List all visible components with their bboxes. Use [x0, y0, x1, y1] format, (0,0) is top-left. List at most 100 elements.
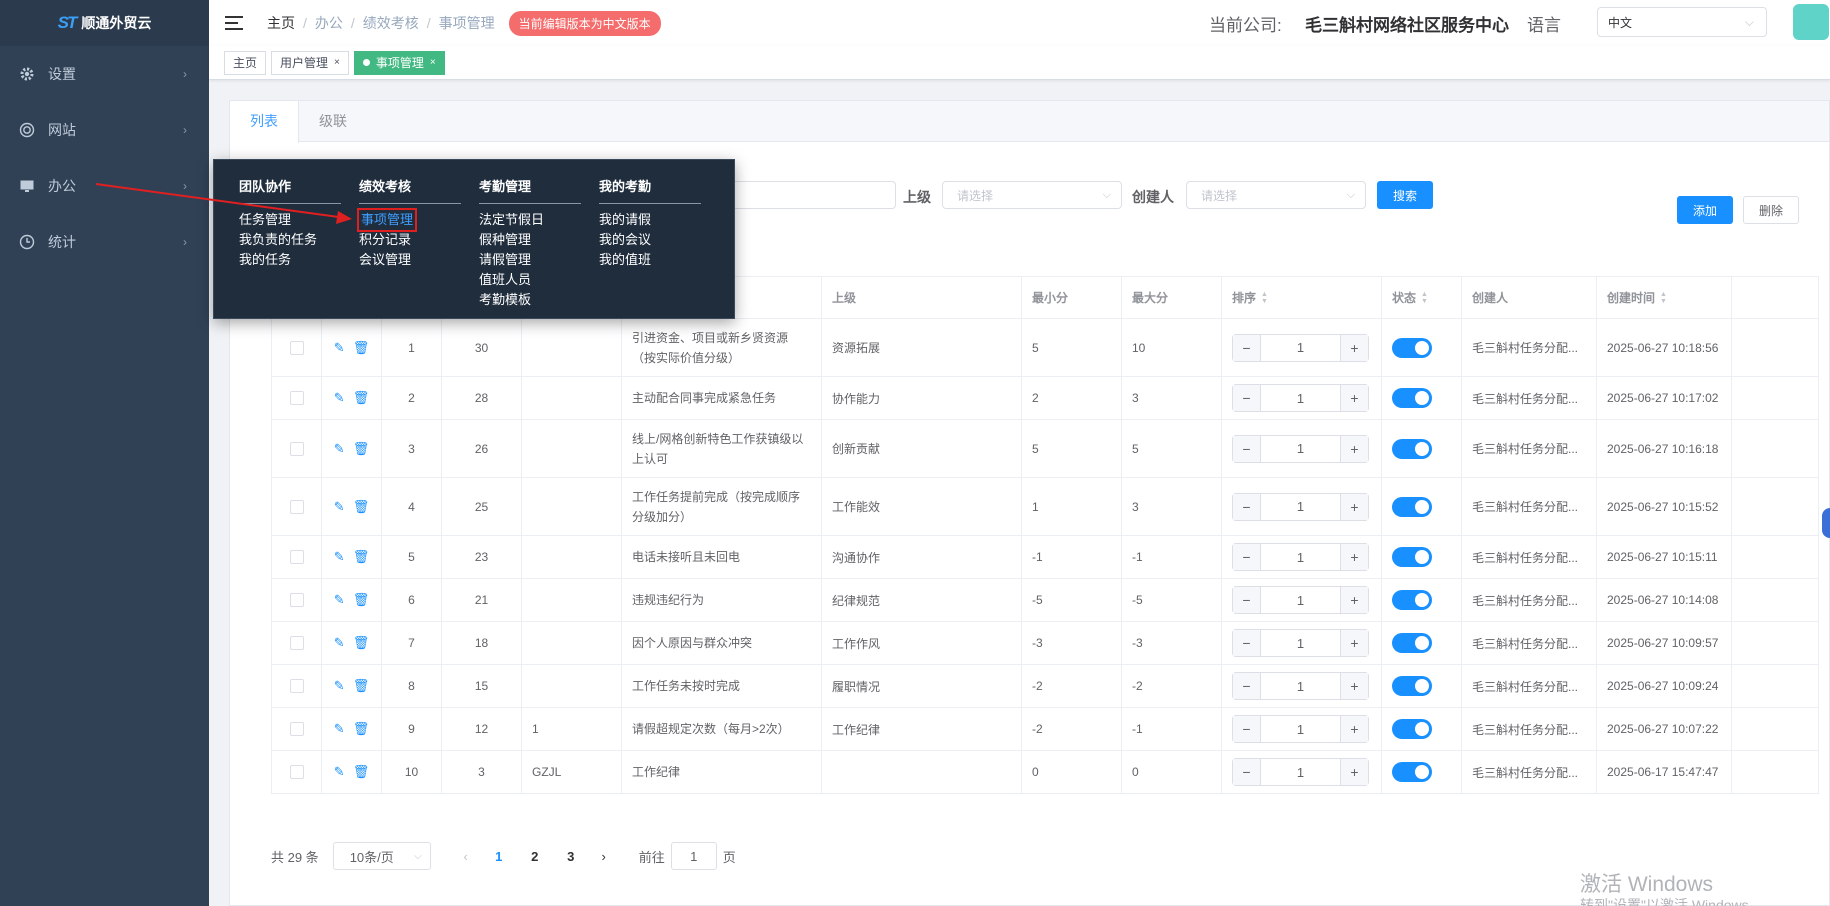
- trash-icon[interactable]: 🗑: [353, 592, 370, 608]
- menu-link[interactable]: 请假管理: [479, 250, 581, 270]
- page-size-select[interactable]: 10条/页 ⌵: [332, 842, 431, 870]
- edit-icon[interactable]: ✎: [334, 499, 345, 515]
- status-toggle[interactable]: [1392, 590, 1432, 610]
- sort-value[interactable]: 1: [1261, 385, 1340, 411]
- trash-icon[interactable]: 🗑: [353, 390, 370, 406]
- decrement-button[interactable]: −: [1233, 493, 1261, 520]
- sort-value[interactable]: 1: [1261, 544, 1340, 570]
- increment-button[interactable]: +: [1340, 716, 1368, 742]
- close-icon[interactable]: ×: [430, 57, 436, 68]
- sort-value[interactable]: 1: [1261, 494, 1340, 520]
- increment-button[interactable]: +: [1340, 673, 1368, 699]
- edit-icon[interactable]: ✎: [334, 441, 345, 457]
- status-toggle[interactable]: [1392, 496, 1432, 517]
- sort-value[interactable]: 1: [1261, 630, 1340, 656]
- decrement-button[interactable]: −: [1233, 759, 1261, 785]
- menu-link[interactable]: 我的值班: [599, 250, 701, 270]
- avatar[interactable]: [1793, 4, 1829, 40]
- sort-value[interactable]: 1: [1261, 716, 1340, 742]
- sort-value[interactable]: 1: [1261, 759, 1340, 785]
- increment-button[interactable]: +: [1340, 630, 1368, 656]
- sort-stepper[interactable]: −1 +: [1232, 492, 1369, 521]
- sort-icon[interactable]: ▲ ▼: [1261, 291, 1268, 305]
- row-checkbox[interactable]: [289, 499, 304, 514]
- trash-icon[interactable]: 🗑: [353, 441, 370, 457]
- row-checkbox[interactable]: [289, 636, 304, 650]
- sort-icon[interactable]: ▲ ▼: [1660, 291, 1667, 305]
- breadcrumb-home[interactable]: 主页: [267, 13, 295, 33]
- delete-button[interactable]: 删除: [1743, 196, 1799, 224]
- row-checkbox[interactable]: [289, 340, 304, 355]
- sidebar-item-settings[interactable]: 设置 ›: [0, 46, 209, 102]
- sort-icon[interactable]: ▲ ▼: [1421, 291, 1428, 305]
- page-number[interactable]: 2: [517, 849, 553, 864]
- goto-input[interactable]: 1: [670, 842, 717, 870]
- edit-icon[interactable]: ✎: [334, 340, 345, 356]
- increment-button[interactable]: +: [1340, 435, 1368, 462]
- status-toggle[interactable]: [1392, 676, 1432, 696]
- floating-widget[interactable]: [1822, 508, 1830, 538]
- decrement-button[interactable]: −: [1233, 435, 1261, 462]
- menu-link-item-management[interactable]: 事项管理: [356, 208, 418, 232]
- row-checkbox[interactable]: [289, 391, 304, 405]
- tag-user-management[interactable]: 用户管理 ×: [271, 50, 349, 75]
- col-header-sort[interactable]: 排序 ▲ ▼: [1222, 277, 1382, 318]
- menu-link[interactable]: 值班人员: [479, 270, 581, 290]
- app-logo[interactable]: ST 顺通外贸云: [0, 0, 209, 46]
- menu-link[interactable]: 考勤模板: [479, 290, 581, 310]
- sort-stepper[interactable]: −1 +: [1232, 586, 1369, 614]
- col-header-status[interactable]: 状态 ▲ ▼: [1382, 277, 1462, 318]
- status-toggle[interactable]: [1392, 547, 1432, 567]
- status-toggle[interactable]: [1392, 719, 1432, 739]
- status-toggle[interactable]: [1392, 633, 1432, 653]
- sort-value[interactable]: 1: [1261, 436, 1340, 462]
- tab-cascade[interactable]: 级联: [299, 101, 367, 141]
- edit-icon[interactable]: ✎: [334, 549, 345, 565]
- sort-stepper[interactable]: −1 +: [1232, 672, 1369, 700]
- sort-stepper[interactable]: −1 +: [1232, 629, 1369, 657]
- sort-stepper[interactable]: −1 +: [1232, 543, 1369, 571]
- language-select[interactable]: 中文 ⌵: [1597, 7, 1767, 37]
- tab-list[interactable]: 列表: [230, 101, 299, 143]
- edit-icon[interactable]: ✎: [334, 390, 345, 406]
- decrement-button[interactable]: −: [1233, 673, 1261, 699]
- decrement-button[interactable]: −: [1233, 385, 1261, 411]
- search-button[interactable]: 搜索: [1377, 181, 1433, 209]
- menu-link[interactable]: 我的请假: [599, 210, 701, 230]
- tag-item-management[interactable]: 事项管理 ×: [353, 50, 445, 75]
- increment-button[interactable]: +: [1340, 544, 1368, 570]
- decrement-button[interactable]: −: [1233, 630, 1261, 656]
- menu-link[interactable]: 法定节假日: [479, 210, 581, 230]
- tag-home[interactable]: 主页: [224, 50, 267, 75]
- page-number[interactable]: 3: [553, 849, 589, 864]
- row-checkbox[interactable]: [289, 765, 304, 779]
- menu-toggle-icon[interactable]: [225, 16, 243, 30]
- sort-stepper[interactable]: −1 +: [1232, 333, 1369, 362]
- sort-stepper[interactable]: −1 +: [1232, 434, 1369, 463]
- decrement-button[interactable]: −: [1233, 587, 1261, 613]
- menu-link[interactable]: 积分记录: [359, 230, 461, 250]
- sidebar-item-website[interactable]: 网站 ›: [0, 102, 209, 158]
- menu-link[interactable]: 假种管理: [479, 230, 581, 250]
- decrement-button[interactable]: −: [1233, 334, 1261, 361]
- sort-value[interactable]: 1: [1261, 673, 1340, 699]
- row-checkbox[interactable]: [289, 679, 304, 693]
- trash-icon[interactable]: 🗑: [353, 340, 370, 356]
- edit-icon[interactable]: ✎: [334, 678, 345, 694]
- prev-page-icon[interactable]: ‹: [451, 849, 481, 864]
- sort-stepper[interactable]: −1 +: [1232, 384, 1369, 412]
- trash-icon[interactable]: 🗑: [353, 764, 370, 780]
- trash-icon[interactable]: 🗑: [353, 635, 370, 651]
- row-checkbox[interactable]: [289, 441, 304, 456]
- sort-stepper[interactable]: −1 +: [1232, 758, 1369, 786]
- increment-button[interactable]: +: [1340, 493, 1368, 520]
- edit-icon[interactable]: ✎: [334, 592, 345, 608]
- sidebar-item-office[interactable]: 办公 ›: [0, 158, 209, 214]
- sort-stepper[interactable]: −1 +: [1232, 715, 1369, 743]
- row-checkbox[interactable]: [289, 550, 304, 564]
- decrement-button[interactable]: −: [1233, 716, 1261, 742]
- trash-icon[interactable]: 🗑: [353, 499, 370, 515]
- menu-link[interactable]: 我的任务: [239, 250, 341, 270]
- edit-icon[interactable]: ✎: [334, 721, 345, 737]
- menu-link[interactable]: 任务管理: [239, 210, 341, 230]
